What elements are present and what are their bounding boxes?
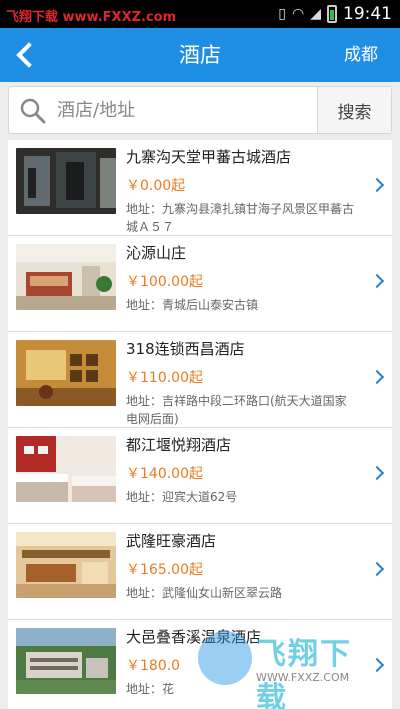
- watermark-logo-text: 飞翔下载: [256, 637, 352, 709]
- hotel-thumbnail: [16, 436, 116, 502]
- signal-icon: ◢: [310, 6, 321, 22]
- chevron-right-icon: [369, 561, 385, 577]
- status-icons: ▯ ◠ ◢ 19:41: [278, 3, 392, 25]
- watermark-url: WWW.FXXZ.COM: [256, 671, 350, 684]
- chevron-right-icon: [369, 177, 385, 193]
- chevron-right-icon: [369, 465, 385, 481]
- hotel-price: ￥0.00起: [126, 178, 186, 194]
- search-button[interactable]: 搜索: [317, 87, 391, 133]
- search-icon: [20, 98, 46, 124]
- hotel-thumbnail: [16, 340, 116, 406]
- hotel-thumbnail: [16, 148, 116, 214]
- clock: 19:41: [343, 4, 392, 24]
- hotel-name: 武隆旺豪酒店: [126, 532, 217, 550]
- hotel-price: ￥165.00起: [126, 562, 203, 578]
- watermark-logo: 飞翔下载 WWW.FXXZ.COM: [198, 623, 378, 709]
- search-input[interactable]: [57, 91, 319, 129]
- hotel-name: 318连锁西昌酒店: [126, 340, 245, 358]
- hotel-name: 都江堰悦翔酒店: [126, 436, 232, 454]
- hotel-thumbnail: [16, 244, 116, 310]
- hotel-address: 地址：武隆仙女山新区翠云路: [126, 586, 283, 600]
- chevron-left-icon: [16, 42, 42, 68]
- chevron-right-icon: [369, 273, 385, 289]
- navigation-bar: 酒店 成都: [0, 28, 400, 82]
- hotel-list-item[interactable]: 沁源山庄 ￥100.00起 地址：青城后山泰安古镇: [8, 236, 392, 332]
- hotel-thumbnail: [16, 628, 116, 694]
- hotel-price: ￥110.00起: [126, 370, 203, 386]
- hotel-name: 沁源山庄: [126, 244, 187, 262]
- status-bar: 飞翔下载 www.FXXZ.com ▯ ◠ ◢ 19:41: [0, 0, 400, 28]
- hotel-list: 九寨沟天堂甲蕃古城酒店 ￥0.00起 地址：九寨沟县漳扎镇甘海子风景区甲蕃古城Ａ…: [8, 140, 392, 709]
- hotel-list-item[interactable]: 九寨沟天堂甲蕃古城酒店 ￥0.00起 地址：九寨沟县漳扎镇甘海子风景区甲蕃古城Ａ…: [8, 140, 392, 236]
- city-selector[interactable]: 成都: [344, 28, 378, 82]
- hotel-address: 地址：吉祥路中段二环路口(航天大道国家电网后面): [126, 394, 347, 426]
- hotel-price: ￥180.0: [126, 658, 181, 674]
- back-button[interactable]: [8, 34, 42, 76]
- hotel-list-item[interactable]: 318连锁西昌酒店 ￥110.00起 地址：吉祥路中段二环路口(航天大道国家电网…: [8, 332, 392, 428]
- logo-circle-icon: [198, 631, 252, 685]
- page-title: 酒店: [179, 43, 221, 67]
- wifi-icon: ◠: [292, 6, 305, 22]
- hotel-name: 九寨沟天堂甲蕃古城酒店: [126, 148, 292, 166]
- hotel-price: ￥140.00起: [126, 466, 203, 482]
- battery-icon: [327, 5, 337, 23]
- hotel-thumbnail: [16, 532, 116, 598]
- hotel-list-item[interactable]: 武隆旺豪酒店 ￥165.00起 地址：武隆仙女山新区翠云路: [8, 524, 392, 620]
- chevron-right-icon: [369, 369, 385, 385]
- hotel-price: ￥100.00起: [126, 274, 203, 290]
- search-bar: 搜索: [8, 86, 392, 134]
- vibrate-icon: ▯: [278, 6, 286, 22]
- hotel-list-item[interactable]: 都江堰悦翔酒店 ￥140.00起 地址：迎宾大道62号: [8, 428, 392, 524]
- hotel-address: 地址：迎宾大道62号: [126, 490, 238, 504]
- watermark-text: 飞翔下载 www.FXXZ.com: [6, 10, 177, 25]
- hotel-address: 地址：九寨沟县漳扎镇甘海子风景区甲蕃古城Ａ５７: [126, 202, 355, 234]
- hotel-address: 地址：青城后山泰安古镇: [126, 298, 259, 312]
